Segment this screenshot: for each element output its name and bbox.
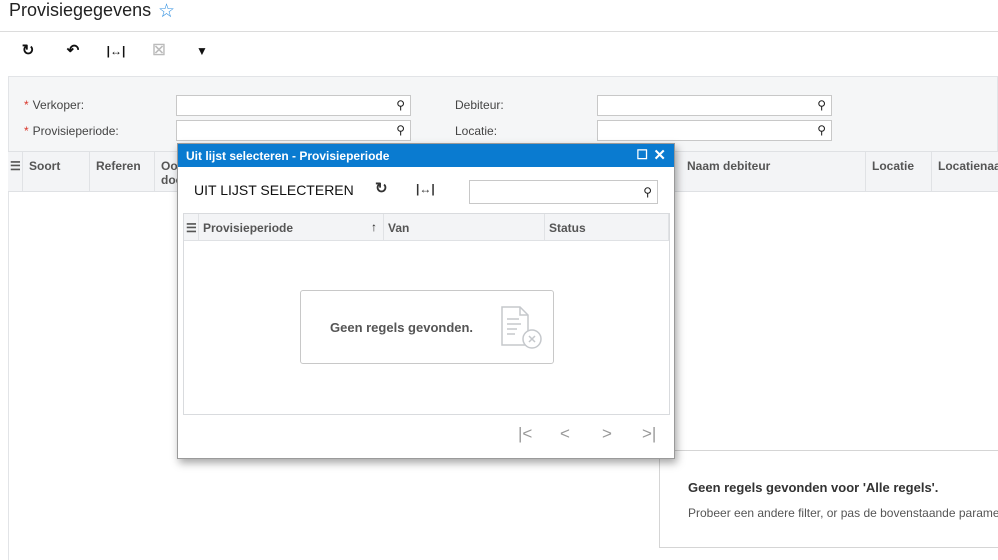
no-records-box: Geen regels gevonden. [300, 290, 554, 364]
column-locatie[interactable]: Locatie [866, 152, 932, 191]
verkoper-label: * Verkoper: [24, 98, 85, 112]
column-chooser-icon[interactable]: ☰ [184, 214, 199, 240]
column-chooser-icon[interactable]: ☰ [8, 152, 23, 191]
dialog-titlebar[interactable]: Uit lijst selecteren - Provisieperiode ☐… [178, 144, 674, 167]
export-excel-icon: ☒ [152, 42, 166, 59]
page-title: Provisiegegevens [9, 0, 152, 20]
first-page-icon[interactable]: |< [518, 424, 532, 444]
search-icon[interactable]: ⚲ [643, 185, 652, 199]
filter-icon[interactable]: ▼ [191, 41, 213, 61]
empty-subtitle: Probeer een andere filter, or pas de bov… [688, 506, 998, 520]
refresh-icon[interactable]: ↻ [17, 41, 39, 61]
verkoper-input[interactable]: ⚲ [176, 95, 411, 116]
filter-form [8, 76, 998, 152]
maximize-icon[interactable]: ☐ [636, 147, 648, 163]
sort-ascending-icon: ↑ [371, 220, 377, 234]
debiteur-input[interactable]: ⚲ [597, 95, 832, 116]
column-van[interactable]: Van [384, 214, 545, 240]
locatie-input[interactable]: ⚲ [597, 120, 832, 141]
previous-page-icon[interactable]: < [560, 424, 570, 444]
dialog-search-input[interactable]: ⚲ [469, 180, 658, 204]
last-page-icon[interactable]: >| [642, 424, 656, 444]
provisieperiode-input[interactable]: ⚲ [176, 120, 411, 141]
search-icon[interactable]: ⚲ [396, 98, 405, 112]
debiteur-label: Debiteur: [455, 98, 504, 112]
column-referentie[interactable]: Referen [90, 152, 155, 191]
dialog-toolbar-label: UIT LIJST SELECTEREN [194, 182, 354, 198]
column-soort[interactable]: Soort [23, 152, 90, 191]
close-icon[interactable]: ✕ [653, 146, 666, 164]
locatie-label: Locatie: [455, 124, 498, 138]
search-icon[interactable]: ⚲ [396, 123, 405, 137]
column-locatienaam[interactable]: Locatienaa [932, 152, 998, 191]
fit-columns-icon[interactable]: |↔| [101, 41, 131, 61]
column-naam-debiteur[interactable]: Naam debiteur [681, 152, 866, 191]
dialog-grid-header: ☰ Provisieperiode ↑ Van Status [184, 214, 669, 241]
empty-title: Geen regels gevonden voor 'Alle regels'. [688, 480, 939, 495]
no-records-text: Geen regels gevonden. [330, 320, 474, 335]
favorite-star-icon[interactable]: ☆ [158, 0, 175, 23]
search-icon[interactable]: ⚲ [817, 123, 826, 137]
divider [0, 31, 998, 32]
search-icon[interactable]: ⚲ [817, 98, 826, 112]
dialog-title: Uit lijst selecteren - Provisieperiode [186, 149, 390, 163]
empty-grid-message: Geen regels gevonden voor 'Alle regels'.… [659, 450, 998, 548]
dialog-grid: ☰ Provisieperiode ↑ Van Status Geen regel… [183, 213, 670, 415]
no-document-icon [501, 306, 542, 349]
column-provisieperiode[interactable]: Provisieperiode ↑ [199, 214, 384, 240]
provisieperiode-label: * Provisieperiode: [24, 124, 119, 138]
undo-icon[interactable]: ↶ [62, 41, 84, 61]
dialog-refresh-icon[interactable]: ↻ [375, 179, 388, 197]
column-status[interactable]: Status [545, 214, 669, 240]
selector-dialog: Uit lijst selecteren - Provisieperiode ☐… [177, 143, 675, 459]
dialog-fit-columns-icon[interactable]: |↔| [416, 182, 435, 196]
next-page-icon[interactable]: > [602, 424, 612, 444]
